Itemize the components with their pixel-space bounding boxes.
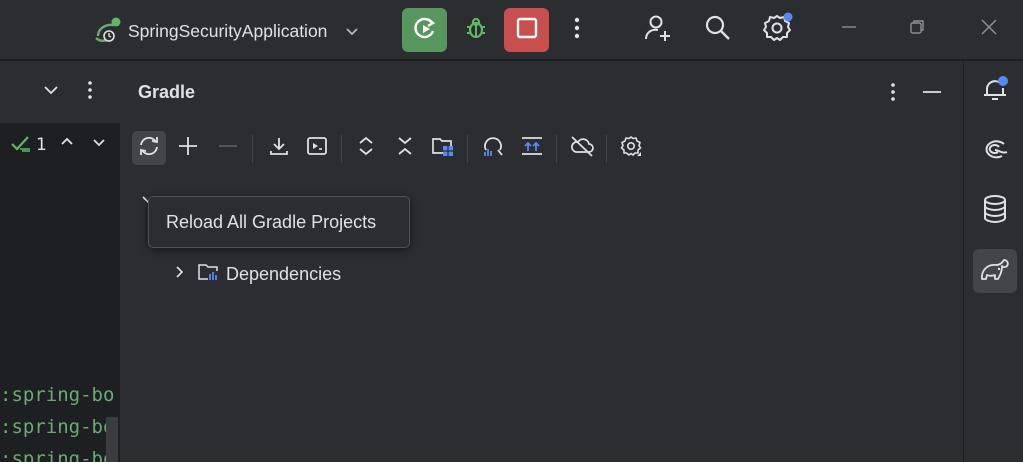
ide-settings-button[interactable] xyxy=(758,12,796,48)
settings-update-badge xyxy=(783,12,793,22)
add-user-icon xyxy=(643,13,673,47)
editor-scrollbar[interactable] xyxy=(106,417,118,462)
dependencies-folder-icon xyxy=(198,262,220,286)
previous-highlight-button[interactable] xyxy=(56,133,78,155)
gradle-toolbar xyxy=(132,131,652,167)
check-problems-icon xyxy=(10,133,32,157)
code-line[interactable]: :spring-bo xyxy=(0,416,114,438)
group-modules-button[interactable] xyxy=(426,131,460,165)
rerun-button[interactable] xyxy=(402,8,447,52)
dependency-analyzer-icon xyxy=(431,134,455,162)
gradle-tool-window: Gradle Dependencies xyxy=(120,61,963,462)
tree-item-label: Dependencies xyxy=(226,263,342,284)
rerun-icon xyxy=(411,14,439,46)
database-button[interactable] xyxy=(973,189,1017,233)
build-tool-settings-button[interactable] xyxy=(614,131,648,165)
next-highlight-button[interactable] xyxy=(88,133,110,155)
code-line[interactable]: :spring-bo xyxy=(0,448,114,462)
gradle-settings-icon xyxy=(619,134,643,162)
more-vertical-icon xyxy=(87,80,93,104)
gradle-tool-button[interactable] xyxy=(973,249,1017,293)
minimize-icon xyxy=(921,82,943,106)
toolbar-separator xyxy=(606,135,607,163)
toolbar-separator xyxy=(341,135,342,163)
run-configuration-label: SpringSecurityApplication xyxy=(128,20,328,41)
editor-panel: 1 :spring-bo :spring-bo :spring-bo xyxy=(0,61,120,462)
plus-icon xyxy=(177,135,199,161)
spring-boot-icon xyxy=(92,16,122,46)
notifications-button[interactable] xyxy=(973,69,1017,113)
stop-icon xyxy=(514,15,540,45)
restore-window-button[interactable] xyxy=(902,14,932,44)
problems-count: 1 xyxy=(36,135,47,155)
tree-item-dependencies[interactable]: Dependencies xyxy=(172,262,341,286)
minus-icon xyxy=(217,135,239,161)
download-icon xyxy=(268,135,290,161)
bug-icon xyxy=(462,14,490,46)
debug-button[interactable] xyxy=(456,8,496,52)
minimize-icon xyxy=(839,17,859,41)
close-window-button[interactable] xyxy=(974,14,1004,44)
execute-gradle-task-button[interactable] xyxy=(300,131,334,165)
close-icon xyxy=(979,17,999,41)
download-sources-button[interactable] xyxy=(262,131,296,165)
ai-assistant-icon xyxy=(980,134,1010,168)
code-line[interactable]: :spring-bo xyxy=(0,384,114,406)
more-actions-button[interactable] xyxy=(562,10,592,50)
link-gradle-project-button[interactable] xyxy=(171,131,205,165)
toggle-offline-icon xyxy=(520,134,544,162)
more-vertical-icon xyxy=(890,82,896,106)
tool-window-options-button[interactable] xyxy=(882,81,904,107)
gradle-elephant-icon xyxy=(979,255,1011,287)
show-dependencies-button[interactable] xyxy=(515,131,549,165)
reload-all-button[interactable] xyxy=(132,131,166,165)
chevron-right-icon xyxy=(172,264,188,284)
chevron-down-icon xyxy=(42,81,60,103)
editor-more-button[interactable] xyxy=(80,79,100,105)
search-everywhere-button[interactable] xyxy=(700,12,736,48)
right-tool-window-strip xyxy=(963,61,1023,462)
expand-all-button[interactable] xyxy=(349,131,383,165)
notification-badge xyxy=(998,76,1008,86)
gear-icon xyxy=(761,12,793,48)
search-icon xyxy=(703,13,733,47)
unlink-gradle-project-button[interactable] xyxy=(211,131,245,165)
stop-button[interactable] xyxy=(504,8,549,52)
more-vertical-icon xyxy=(573,16,581,44)
restore-icon xyxy=(907,17,927,41)
analyze-icon xyxy=(481,134,505,162)
title-bar: SpringSecurityApplication xyxy=(0,0,1023,60)
analyze-dependencies-button[interactable] xyxy=(476,131,510,165)
collapse-all-button[interactable] xyxy=(388,131,422,165)
collapse-all-icon xyxy=(395,135,415,161)
chevron-up-icon xyxy=(59,134,75,154)
database-icon xyxy=(981,194,1009,228)
ai-assistant-button[interactable] xyxy=(973,129,1017,173)
toolbar-separator xyxy=(556,135,557,163)
toggle-offline-mode-button[interactable] xyxy=(565,131,599,165)
chevron-down-icon xyxy=(91,134,107,154)
chevron-down-icon xyxy=(343,22,361,40)
reload-tooltip: Reload All Gradle Projects xyxy=(148,196,410,248)
notifications-icon xyxy=(980,74,1010,108)
inspection-widget[interactable]: 1 xyxy=(10,133,47,157)
run-task-icon xyxy=(306,135,328,161)
tooltip-text: Reload All Gradle Projects xyxy=(166,211,377,232)
run-configuration-selector[interactable]: SpringSecurityApplication xyxy=(92,14,361,48)
minimize-window-button[interactable] xyxy=(834,14,864,44)
expand-all-icon xyxy=(356,135,376,161)
toolbar-separator xyxy=(252,135,253,163)
hide-tool-window-button[interactable] xyxy=(918,81,946,107)
editor-tabs-dropdown-button[interactable] xyxy=(38,79,64,105)
cloud-off-icon xyxy=(569,134,595,162)
tool-window-title: Gradle xyxy=(138,82,196,102)
reload-icon xyxy=(137,134,161,162)
toolbar-separator xyxy=(467,135,468,163)
code-with-me-button[interactable] xyxy=(640,12,676,48)
